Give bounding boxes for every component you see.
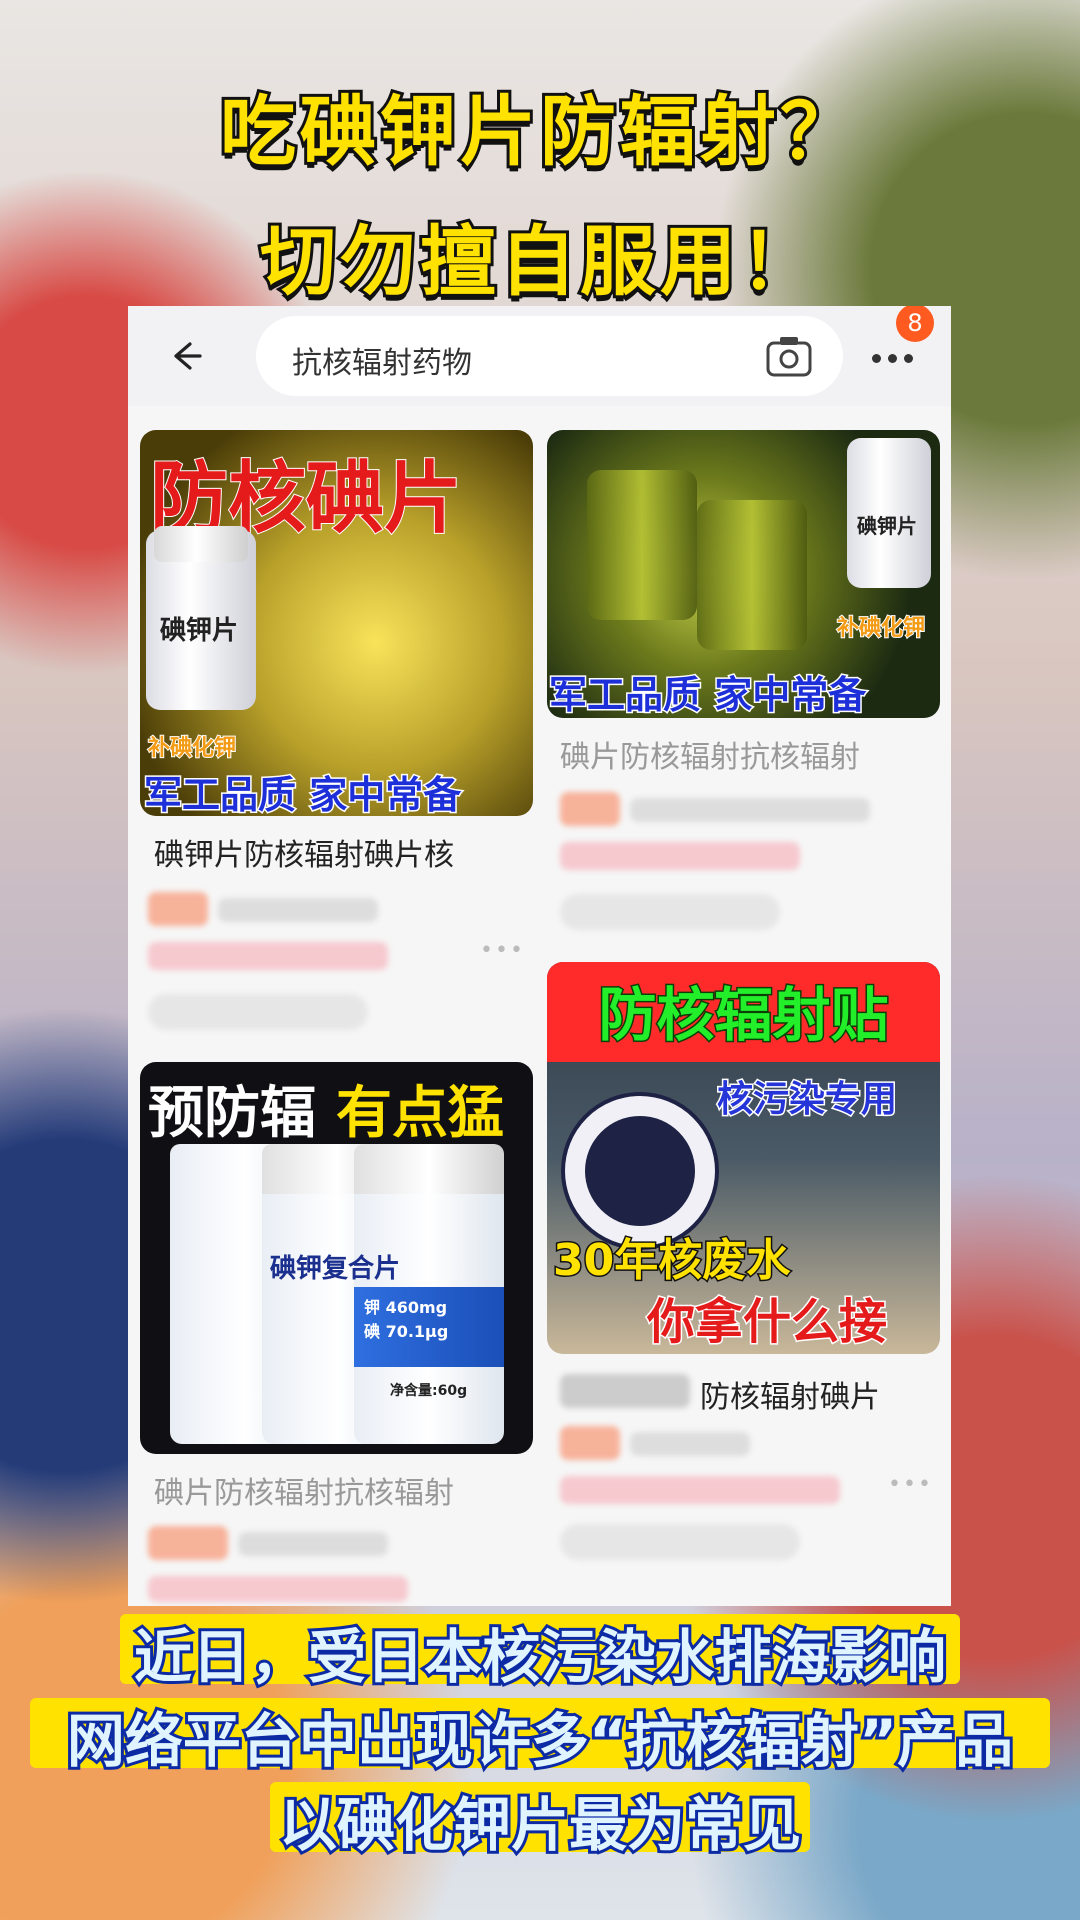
tags-blurred <box>148 942 388 970</box>
sales-blurred <box>238 1532 388 1556</box>
logo-core <box>585 1116 695 1226</box>
headline-line-1: 吃碘钾片防辐射？ <box>217 84 860 179</box>
tags-blurred <box>560 842 800 870</box>
product-image-3[interactable]: 预防辐 有点猛 碘钾复合片 钾 460mg 碘 70.1μg 净含量:60g <box>140 1062 533 1454</box>
more-dot-icon <box>888 354 897 363</box>
image-slogan: 军工品质 家中常备 <box>547 672 867 719</box>
search-top-bar: 抗核辐射药物 8 <box>128 306 951 406</box>
tags-blurred <box>148 1576 408 1602</box>
dose-potassium: 钾 460mg <box>364 1298 448 1317</box>
search-query-text: 抗核辐射药物 <box>292 346 472 381</box>
bottle-cap-image <box>354 1144 504 1194</box>
sales-blurred <box>630 1432 750 1456</box>
bottle-cap-image <box>154 526 248 562</box>
image-tag: 补碘化钾 <box>836 615 926 642</box>
caption-line-2: 网络平台中出现许多“抗核辐射”产品 <box>64 1704 1016 1778</box>
item-more-icon[interactable]: ••• <box>888 1472 933 1497</box>
shop-blurred <box>560 894 780 930</box>
caption-line-1: 近日，受日本核污染水排海影响 <box>131 1620 949 1694</box>
image-line-2: 你拿什么接 <box>645 1293 888 1352</box>
shopping-app-screen: 抗核辐射药物 8 防核碘片 碘钾片 补碘化钾 军工品质 家中常备 碘钾片防核辐射… <box>128 306 951 1606</box>
headline-line-2: 切勿擅自服用！ <box>257 214 820 309</box>
tags-blurred <box>560 1476 840 1504</box>
image-slogan: 军工品质 家中常备 <box>142 772 462 817</box>
product-title-1[interactable]: 碘钾片防核辐射碘片核 <box>154 830 454 874</box>
shop-blurred <box>148 994 368 1030</box>
image-line-1: 30年核废水 <box>551 1234 791 1288</box>
sales-blurred <box>630 798 870 822</box>
price-blurred <box>560 792 620 826</box>
barrel-image <box>697 500 807 650</box>
notification-badge: 8 <box>896 306 934 342</box>
more-options-button[interactable] <box>868 338 918 378</box>
dose-iodine: 碘 70.1μg <box>364 1322 449 1341</box>
image-tag: 补碘化钾 <box>147 735 237 762</box>
price-blurred <box>148 892 208 926</box>
product-image-1[interactable]: 防核碘片 碘钾片 补碘化钾 军工品质 家中常备 <box>140 430 533 816</box>
image-headline-left: 预防辐 <box>148 1081 316 1146</box>
product-name-label: 碘钾复合片 <box>270 1254 401 1284</box>
net-content: 净含量:60g <box>390 1383 468 1399</box>
search-input[interactable]: 抗核辐射药物 <box>256 316 843 396</box>
product-feed: 防核碘片 碘钾片 补碘化钾 军工品质 家中常备 碘钾片防核辐射碘片核 ••• 碘… <box>128 406 951 1606</box>
product-title-2[interactable]: 碘片防核辐射抗核辐射 <box>560 732 860 776</box>
product-title-4[interactable]: 防核辐射碘片 <box>700 1372 880 1416</box>
bottle-label: 碘钾片 <box>857 514 917 538</box>
image-headline: 防核辐射贴 <box>597 980 890 1051</box>
price-blurred <box>148 1526 228 1560</box>
barrel-image <box>587 470 697 620</box>
back-arrow-icon[interactable] <box>168 338 204 374</box>
shop-name-blurred <box>560 1374 690 1408</box>
product-image-2[interactable]: 碘钾片 补碘化钾 军工品质 家中常备 <box>547 430 940 718</box>
bottle-label: 碘钾片 <box>160 616 239 646</box>
product-image-4[interactable]: 防核辐射贴 核污染专用 30年核废水 你拿什么接 <box>547 962 940 1354</box>
caption-line-3: 以碘化钾片最为常见 <box>276 1788 804 1862</box>
item-more-icon[interactable]: ••• <box>480 938 525 963</box>
sales-blurred <box>218 898 378 922</box>
image-sub: 核污染专用 <box>715 1078 898 1122</box>
shop-blurred <box>560 1524 800 1560</box>
more-dot-icon <box>904 354 913 363</box>
more-dot-icon <box>872 354 881 363</box>
price-blurred <box>560 1426 620 1460</box>
image-headline-right: 有点猛 <box>336 1081 504 1146</box>
product-title-3[interactable]: 碘片防核辐射抗核辐射 <box>154 1468 454 1512</box>
camera-icon[interactable] <box>765 334 813 378</box>
